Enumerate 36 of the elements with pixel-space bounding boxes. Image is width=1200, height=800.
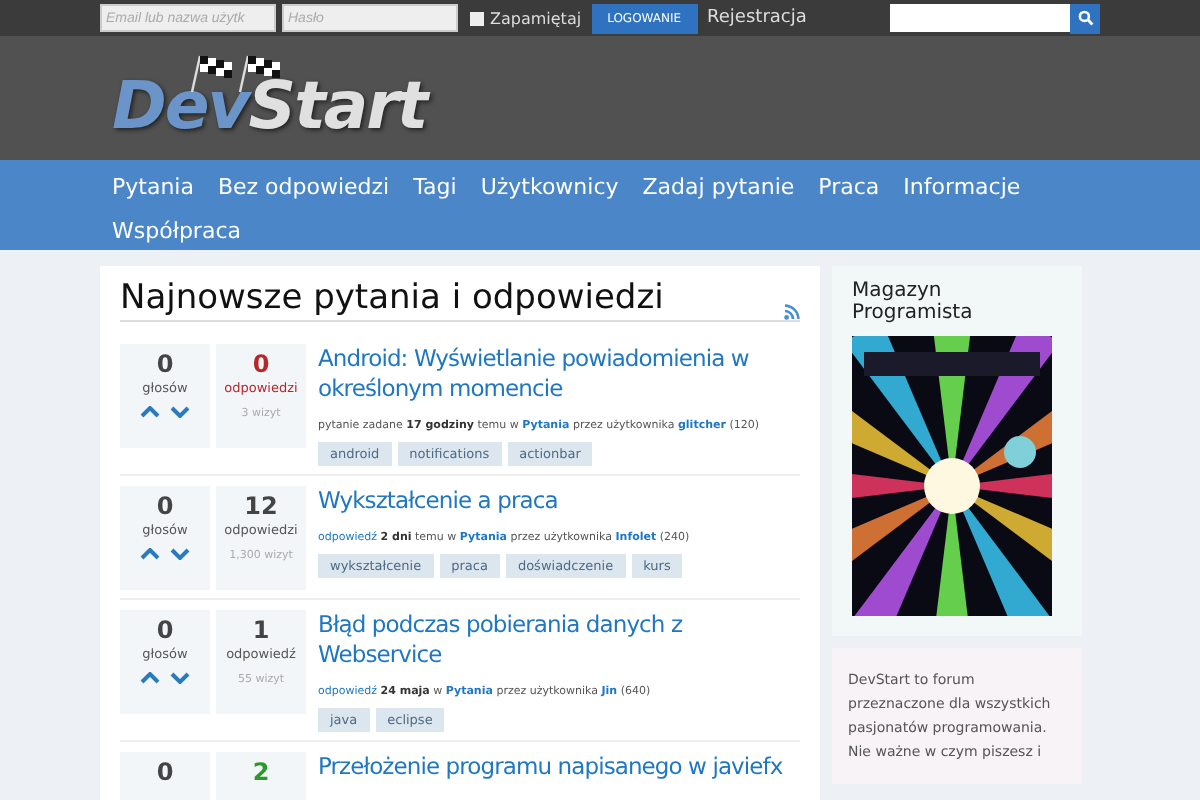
votes-count: 0	[156, 758, 174, 786]
register-link[interactable]: Rejestracja	[707, 8, 807, 28]
votes-count: 0	[156, 350, 174, 378]
downvote-icon[interactable]	[170, 406, 190, 418]
search-icon	[1077, 10, 1093, 26]
answers-count: 2	[252, 758, 270, 786]
question-title-link[interactable]: Przełożenie programu napisanego w javiefx	[318, 752, 800, 782]
search-button[interactable]	[1070, 3, 1100, 33]
nav-link[interactable]: Użytkownicy	[480, 166, 619, 210]
question-title-link[interactable]: Błąd podczas pobierania danych z Webservice	[318, 610, 800, 670]
upvote-icon[interactable]	[140, 548, 160, 560]
nav-link[interactable]: Bez odpowiedzi	[217, 166, 390, 210]
votes-count: 0	[156, 616, 174, 644]
remember-label: Zapamiętaj	[490, 9, 582, 27]
nav-link[interactable]: Pytania	[112, 166, 194, 210]
remember-checkbox[interactable]	[470, 11, 484, 25]
devstart-logo[interactable]: DevStart	[112, 52, 427, 138]
question-title-link[interactable]: Android: Wyświetlanie powiadomienia w określonym momencie	[318, 344, 800, 404]
answers-count: 0	[252, 350, 270, 378]
answers-count: 1	[252, 616, 270, 644]
nav-link[interactable]: Tagi	[413, 166, 457, 210]
nav-link[interactable]: Zadaj pytanie	[642, 166, 795, 210]
upvote-icon[interactable]	[140, 406, 160, 418]
rss-icon[interactable]	[784, 304, 800, 320]
upvote-icon[interactable]	[140, 672, 160, 684]
nav-link[interactable]: Praca	[818, 166, 880, 210]
votes-count: 0	[156, 492, 174, 520]
question-title-link[interactable]: Wykształcenie a praca	[318, 486, 800, 516]
page-title: Najnowsze pytania i odpowiedzi	[120, 276, 666, 320]
nav-link[interactable]: Współpraca	[112, 210, 241, 254]
downvote-icon[interactable]	[170, 548, 190, 560]
downvote-icon[interactable]	[170, 672, 190, 684]
nav-link[interactable]: Informacje	[903, 166, 1021, 210]
magazine-title: Magazyn Programista	[852, 280, 975, 324]
answers-count: 12	[244, 492, 278, 520]
search-field[interactable]	[890, 4, 1070, 32]
